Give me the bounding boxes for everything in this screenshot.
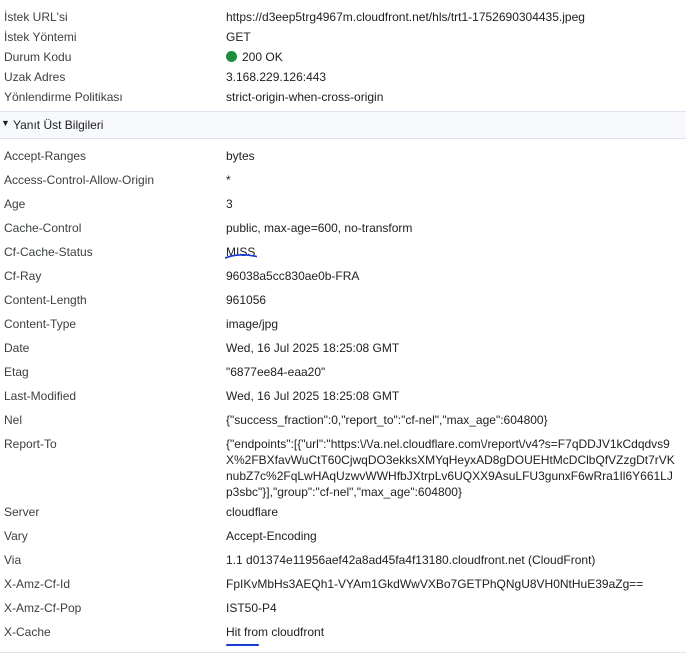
header-key: X-Amz-Cf-Id <box>4 577 70 591</box>
header-value[interactable]: Hit from cloudfront <box>226 624 324 640</box>
header-value[interactable]: 1.1 d01374e11956aef42a8ad45fa4f13180.clo… <box>226 552 595 568</box>
header-value[interactable]: FpIKvMbHs3AEQh1-VYAm1GkdWwVXBo7GETPhQNgU… <box>226 576 643 592</box>
header-value[interactable]: public, max-age=600, no-transform <box>226 220 412 236</box>
header-key: Age <box>4 197 26 211</box>
status-dot-icon <box>226 51 237 62</box>
header-value[interactable]: {"success_fraction":0,"report_to":"cf-ne… <box>226 412 548 428</box>
header-value[interactable]: {"endpoints":[{"url":"https:\/\/a.nel.cl… <box>226 436 676 500</box>
divider <box>0 652 686 653</box>
header-value[interactable]: 96038a5cc830ae0b-FRA <box>226 268 359 284</box>
header-value[interactable]: Wed, 16 Jul 2025 18:25:08 GMT <box>226 340 399 356</box>
header-key: Report-To <box>4 437 57 451</box>
header-key: Cf-Cache-Status <box>4 245 93 259</box>
section-title: Yanıt Üst Bilgileri <box>13 118 104 132</box>
general-key: Durum Kodu <box>4 50 72 64</box>
header-key: Etag <box>4 365 29 379</box>
header-key: Content-Type <box>4 317 77 331</box>
header-value[interactable]: 3 <box>226 196 233 212</box>
general-value[interactable]: https://d3eep5trg4967m.cloudfront.net/hl… <box>226 9 585 25</box>
header-key: Accept-Ranges <box>4 149 87 163</box>
response-headers-section-header[interactable]: ▼ Yanıt Üst Bilgileri <box>0 111 686 139</box>
status-value[interactable]: 200 OK <box>226 49 283 65</box>
header-key: Access-Control-Allow-Origin <box>4 173 155 187</box>
general-value[interactable]: GET <box>226 29 251 45</box>
general-value[interactable]: 3.168.229.126:443 <box>226 69 326 85</box>
header-key: Vary <box>4 529 28 543</box>
header-value[interactable]: 961056 <box>226 292 266 308</box>
general-key: İstek Yöntemi <box>4 30 77 44</box>
header-key: Last-Modified <box>4 389 77 403</box>
header-value[interactable]: Wed, 16 Jul 2025 18:25:08 GMT <box>226 388 399 404</box>
header-value[interactable]: Accept-Encoding <box>226 528 317 544</box>
miss-underline-annotation <box>225 254 257 259</box>
header-key: Cf-Ray <box>4 269 42 283</box>
general-key: Uzak Adres <box>4 70 66 84</box>
header-key: X-Amz-Cf-Pop <box>4 601 82 615</box>
header-key: Nel <box>4 413 23 427</box>
header-value[interactable]: cloudflare <box>226 504 278 520</box>
header-key: Server <box>4 505 40 519</box>
hit-underline-annotation <box>226 644 259 646</box>
triangle-down-icon: ▼ <box>1 118 10 128</box>
status-text: 200 OK <box>242 50 283 64</box>
general-value[interactable]: strict-origin-when-cross-origin <box>226 89 383 105</box>
header-key: Date <box>4 341 30 355</box>
header-value[interactable]: image/jpg <box>226 316 278 332</box>
header-key: Via <box>4 553 22 567</box>
header-key: Cache-Control <box>4 221 82 235</box>
header-value[interactable]: IST50-P4 <box>226 600 277 616</box>
header-value[interactable]: "6877ee84-eaa20" <box>226 364 325 380</box>
header-key: X-Cache <box>4 625 51 639</box>
general-key: Yönlendirme Politikası <box>4 90 123 104</box>
header-value[interactable]: * <box>226 172 231 188</box>
general-key: İstek URL'si <box>4 10 68 24</box>
header-value[interactable]: bytes <box>226 148 255 164</box>
header-key: Content-Length <box>4 293 87 307</box>
